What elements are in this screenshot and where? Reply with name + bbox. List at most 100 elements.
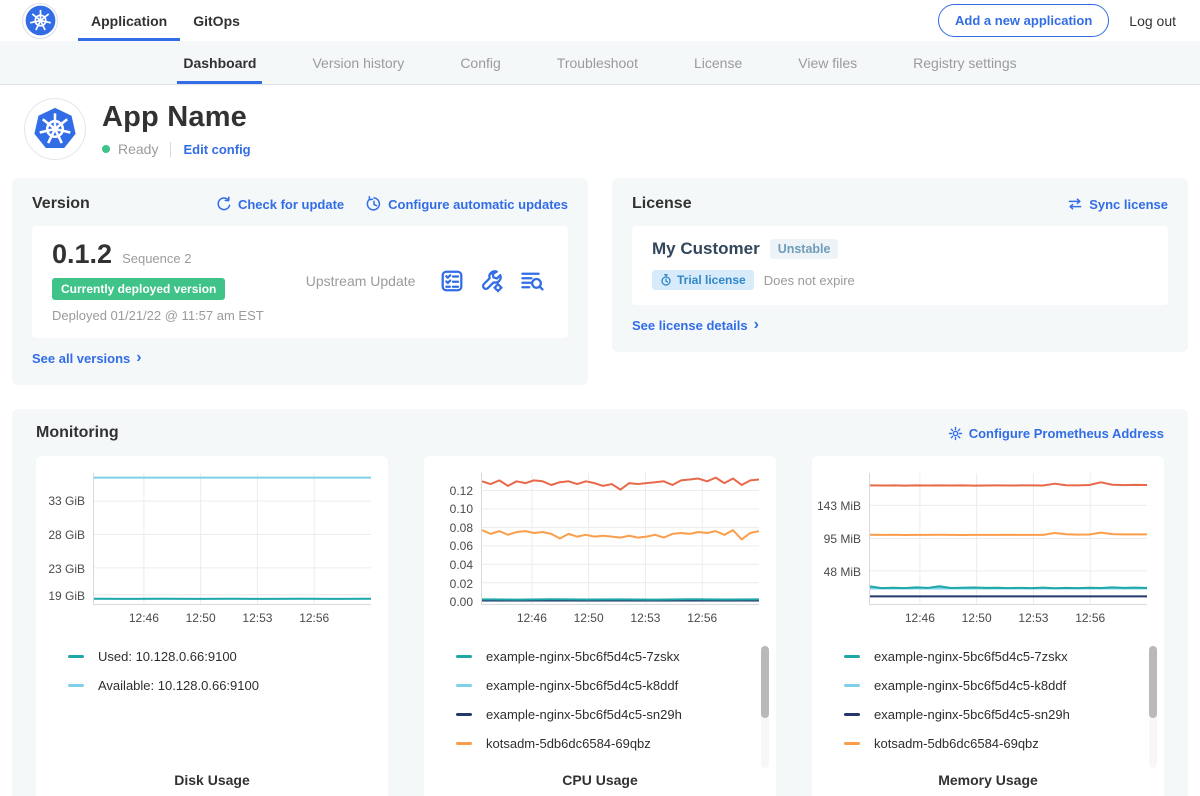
memory-usage-title: Memory Usage [812,772,1164,788]
check-for-update-label: Check for update [238,197,344,212]
configure-automatic-updates-link[interactable]: Configure automatic updates [366,196,568,212]
y-axis-tick-label: 0.04 [450,558,473,572]
top-nav-right: Add a new application Log out [938,0,1176,41]
tab-registry-settings[interactable]: Registry settings [911,41,1018,84]
tab-version-history[interactable]: Version history [310,41,406,84]
page-title: App Name [102,101,251,134]
disk-usage-title: Disk Usage [36,772,388,788]
tab-license[interactable]: License [692,41,744,84]
cpu-usage-legend: example-nginx-5bc6f5d4c5-7zskx example-ng… [456,649,766,751]
gear-icon [948,426,963,441]
y-axis-tick-label: 0.10 [450,502,473,516]
deployed-timestamp: Deployed 01/21/22 @ 11:57 am EST [52,308,264,323]
x-axis-tick-label: 12:56 [1075,611,1105,625]
edit-config-link[interactable]: Edit config [183,142,250,157]
configure-automatic-updates-label: Configure automatic updates [388,197,568,212]
legend-color-dash [844,655,860,658]
legend-label: example-nginx-5bc6f5d4c5-7zskx [486,649,680,664]
kots-admin-console: Application GitOps Add a new application… [0,0,1200,796]
legend-label: kotsadm-5db6dc6584-69qbz [874,736,1039,751]
chevron-right-icon: › [136,353,141,363]
disk-usage-plot: 19 GiB23 GiB28 GiB33 GiB12:4612:5012:531… [93,473,371,605]
version-sequence: Sequence 2 [122,251,191,266]
legend-label: example-nginx-5bc6f5d4c5-k8ddf [874,678,1066,693]
sync-arrows-icon [1067,196,1083,212]
add-application-button[interactable]: Add a new application [938,4,1109,37]
app-sub-nav: Dashboard Version history Config Trouble… [0,41,1200,85]
legend-color-dash [456,655,472,658]
top-nav: Application GitOps Add a new application… [0,0,1200,41]
divider [170,142,171,157]
x-axis-tick-label: 12:53 [630,611,660,625]
auto-update-clock-icon [366,196,382,212]
legend-label: example-nginx-5bc6f5d4c5-k8ddf [486,678,678,693]
configure-prometheus-label: Configure Prometheus Address [969,426,1164,441]
version-card-title: Version [32,195,90,213]
license-type-label: Trial license [677,273,746,287]
tab-application[interactable]: Application [78,0,180,41]
legend-label: Available: 10.128.0.66:9100 [98,678,259,693]
memory-usage-series-line [870,586,1147,588]
tab-dashboard[interactable]: Dashboard [181,41,258,84]
memory-usage-series-line [870,482,1147,485]
cpu-usage-series-line [482,530,759,539]
legend-item: example-nginx-5bc6f5d4c5-k8ddf [456,678,766,693]
y-axis-tick-label: 0.00 [450,595,473,609]
license-card-title: License [632,195,692,213]
legend-label: example-nginx-5bc6f5d4c5-sn29h [486,707,682,722]
tab-view-files[interactable]: View files [796,41,859,84]
cpu-usage-series-line [482,478,759,490]
cpu-usage-plot-svg [482,473,759,604]
disk-usage-chart-card: 19 GiB23 GiB28 GiB33 GiB12:4612:5012:531… [36,456,388,796]
tab-config[interactable]: Config [458,41,502,84]
x-axis-tick-label: 12:56 [687,611,717,625]
scrollbar-thumb[interactable] [1149,646,1157,718]
x-axis-tick-label: 12:46 [517,611,547,625]
config-wrench-icon[interactable] [480,269,504,293]
legend-item: example-nginx-5bc6f5d4c5-7zskx [844,649,1154,664]
legend-item: example-nginx-5bc6f5d4c5-k8ddf [844,678,1154,693]
legend-item: example-nginx-5bc6f5d4c5-sn29h [844,707,1154,722]
memory-usage-legend-scrollbar[interactable] [1149,646,1157,768]
y-axis-tick-label: 143 MiB [817,499,861,513]
memory-usage-plot: 48 MiB95 MiB143 MiB12:4612:5012:5312:56 [869,473,1147,605]
preflight-checklist-icon[interactable] [440,269,464,293]
view-logs-icon[interactable] [520,269,544,293]
sync-license-link[interactable]: Sync license [1067,196,1168,212]
legend-item: Used: 10.128.0.66:9100 [68,649,378,664]
see-license-details-link[interactable]: See license details › [632,318,759,333]
x-axis-tick-label: 12:56 [299,611,329,625]
disk-usage-plot-svg [94,473,371,604]
memory-usage-series-line [870,533,1147,535]
version-source-label: Upstream Update [264,273,440,289]
memory-usage-plot-svg [870,473,1147,604]
channel-badge: Unstable [770,239,839,259]
y-axis-tick-label: 19 GiB [48,589,85,603]
cpu-usage-title: CPU Usage [424,772,776,788]
logout-button[interactable]: Log out [1129,13,1176,29]
legend-color-dash [456,742,472,745]
see-all-versions-link[interactable]: See all versions › [32,351,142,366]
legend-item: example-nginx-5bc6f5d4c5-7zskx [456,649,766,664]
y-axis-tick-label: 0.12 [450,484,473,498]
license-card: License Sync license My Customer Unstabl… [612,178,1188,352]
cpu-usage-legend-scrollbar[interactable] [761,646,769,768]
cpu-usage-chart-card: 0.000.020.040.060.080.100.1212:4612:5012… [424,456,776,796]
disk-usage-legend: Used: 10.128.0.66:9100 Available: 10.128.… [68,649,378,693]
check-for-update-link[interactable]: Check for update [216,196,344,212]
configure-prometheus-link[interactable]: Configure Prometheus Address [948,426,1164,441]
legend-label: example-nginx-5bc6f5d4c5-7zskx [874,649,1068,664]
monitoring-section: Monitoring Configure Prometheus Address … [12,409,1188,796]
monitoring-title: Monitoring [36,424,119,442]
y-axis-tick-label: 48 MiB [824,565,861,579]
license-type-badge: Trial license [652,270,754,290]
y-axis-tick-label: 28 GiB [48,528,85,542]
tab-troubleshoot[interactable]: Troubleshoot [555,41,640,84]
tab-gitops[interactable]: GitOps [180,0,253,41]
license-details-card: My Customer Unstable Trial license Does … [632,226,1168,305]
sync-license-label: Sync license [1089,197,1168,212]
legend-label: example-nginx-5bc6f5d4c5-sn29h [874,707,1070,722]
app-header: App Name Ready Edit config [0,85,1200,176]
memory-usage-chart-card: 48 MiB95 MiB143 MiB12:4612:5012:5312:56 e… [812,456,1164,796]
scrollbar-thumb[interactable] [761,646,769,718]
